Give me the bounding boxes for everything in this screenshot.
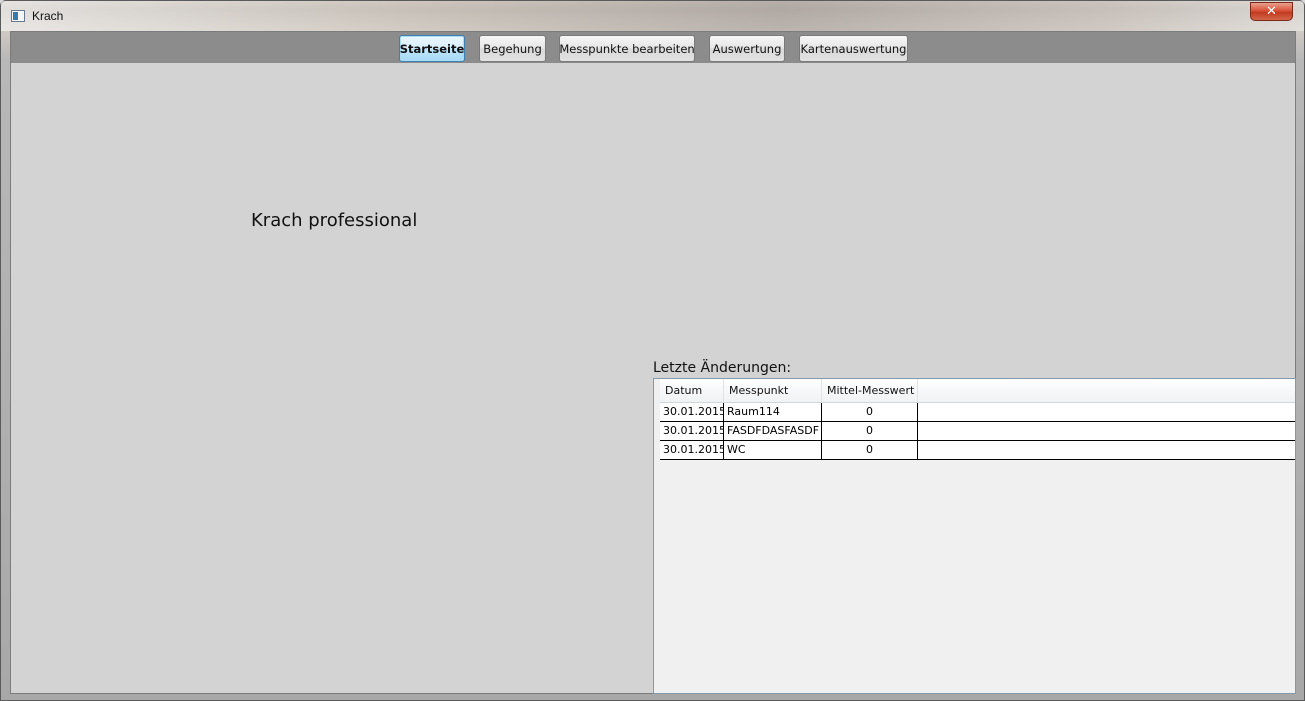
cell-mittel-messwert: 0 [822,441,918,459]
cell-datum: 30.01.2015 [660,422,724,440]
title-bar[interactable]: Krach ✕ [1,1,1304,31]
cell-mittel-messwert: 0 [822,403,918,421]
cell-messpunkt: Raum114 [724,403,822,421]
cell-mittel-messwert: 0 [822,422,918,440]
table-row[interactable]: 30.01.2015 Raum114 0 [660,403,1295,422]
cell-messpunkt: FASDFDASFASDF [724,422,822,440]
nav-button-startseite[interactable]: Startseite [399,35,465,62]
window-title: Krach [32,9,64,23]
nav-button-kartenauswertung[interactable]: Kartenauswertung [799,35,908,62]
recent-changes-grid[interactable]: Datum Messpunkt Mittel-Messwert 30.01.20… [653,378,1296,694]
column-header-messpunkt[interactable]: Messpunkt [724,379,822,403]
cell-filler [918,422,1295,440]
app-window: Krach ✕ Startseite Begehung Messpunkte b… [0,0,1305,701]
table-row[interactable]: 30.01.2015 WC 0 [660,441,1295,460]
grid-header: Datum Messpunkt Mittel-Messwert [660,379,1295,403]
close-button[interactable]: ✕ [1250,2,1293,21]
nav-button-begehung[interactable]: Begehung [479,35,546,62]
table-row[interactable]: 30.01.2015 FASDFDASFASDF 0 [660,422,1295,441]
cell-datum: 30.01.2015 [660,441,724,459]
close-icon: ✕ [1266,4,1277,19]
column-header-datum[interactable]: Datum [660,379,724,403]
navigation-bar: Startseite Begehung Messpunkte bearbeite… [11,32,1295,63]
cell-filler [918,441,1295,459]
nav-button-auswertung[interactable]: Auswertung [709,35,785,62]
cell-datum: 30.01.2015 [660,403,724,421]
cell-messpunkt: WC [724,441,822,459]
nav-button-messpunkte-bearbeiten[interactable]: Messpunkte bearbeiten [559,35,695,62]
client-area: Startseite Begehung Messpunkte bearbeite… [10,31,1296,694]
recent-changes-label: Letzte Änderungen: [653,360,792,376]
cell-filler [918,403,1295,421]
app-window-icon [11,10,25,22]
app-heading: Krach professional [251,210,418,231]
column-header-mittel-messwert[interactable]: Mittel-Messwert [822,379,918,403]
